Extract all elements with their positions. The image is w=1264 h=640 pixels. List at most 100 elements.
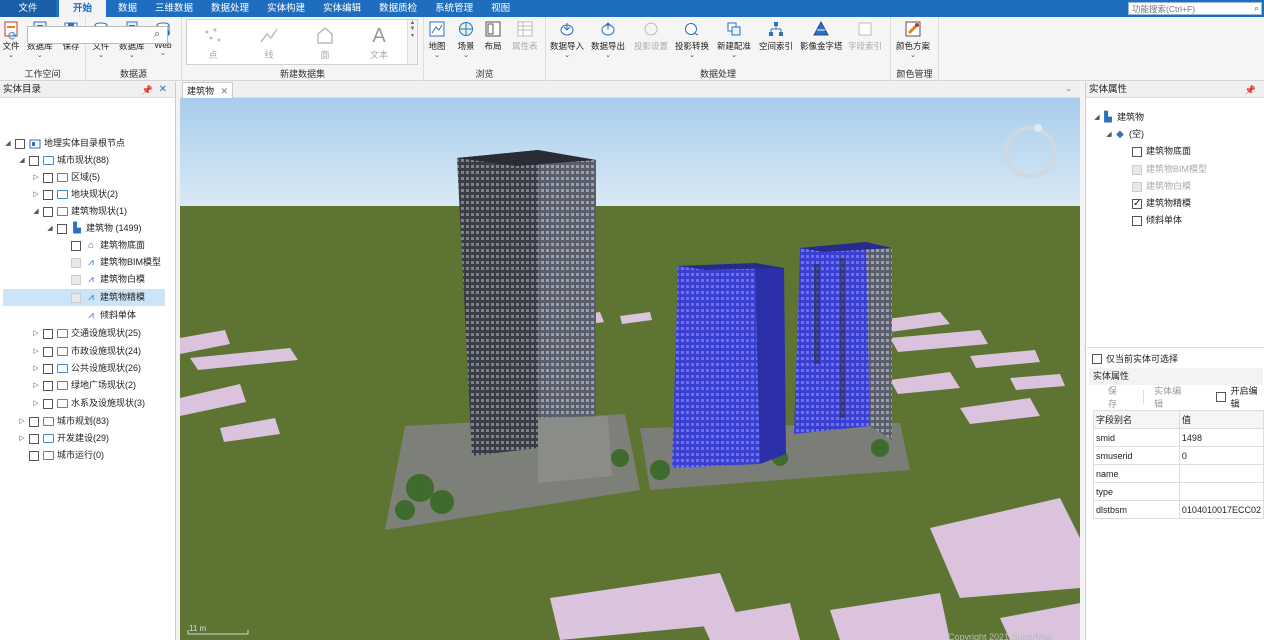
- spatial-index-button[interactable]: 空间索引: [759, 19, 793, 65]
- data-import-button[interactable]: 数据导入 ⌄: [550, 19, 584, 65]
- attr-tree-building-white-model[interactable]: 建筑物白模: [1130, 178, 1191, 195]
- tree-node-water[interactable]: ▷ 水系及设施现状(3): [31, 395, 145, 412]
- open-edit-toggle[interactable]: 开启编辑: [1214, 384, 1264, 410]
- color-scheme-button[interactable]: 颜色方案 ⌄: [896, 19, 930, 65]
- tree-node-oblique-unit[interactable]: ⩘ 倾斜单体: [69, 307, 136, 324]
- map-button[interactable]: 地图 ⌄: [428, 19, 446, 65]
- pin-icon[interactable]: 📌: [1245, 82, 1256, 98]
- expand-arrow-icon[interactable]: ▷: [31, 186, 41, 203]
- checkbox[interactable]: [29, 416, 39, 427]
- checkbox[interactable]: [71, 274, 81, 285]
- checkbox[interactable]: [71, 240, 81, 251]
- tree-node-green-square[interactable]: ▷ 绿地广场现状(2): [31, 377, 136, 394]
- checkbox[interactable]: [71, 257, 81, 268]
- menu-system[interactable]: 系统管理: [426, 0, 482, 17]
- collapse-arrow-icon[interactable]: ◢: [45, 220, 55, 237]
- checkbox[interactable]: [1216, 392, 1227, 402]
- table-row[interactable]: type: [1093, 482, 1264, 501]
- expand-arrow-icon[interactable]: ▷: [31, 343, 41, 360]
- attr-tree-oblique-unit[interactable]: 倾斜单体: [1130, 212, 1182, 229]
- attr-tree-empty[interactable]: ◢ ◆ (空): [1104, 126, 1144, 143]
- close-icon[interactable]: ✕: [220, 83, 228, 99]
- checkbox[interactable]: [15, 138, 25, 149]
- close-icon[interactable]: ✕: [159, 82, 167, 98]
- tree-node-public[interactable]: ▷ 公共设施现状(26): [31, 360, 141, 377]
- gallery-scrollbar[interactable]: ▲ ▼ ▾: [407, 20, 417, 64]
- collapse-arrow-icon[interactable]: ◢: [1092, 109, 1102, 126]
- checkbox[interactable]: [71, 311, 81, 321]
- checkbox[interactable]: [71, 292, 81, 303]
- search-icon[interactable]: ⌕: [154, 28, 160, 41]
- entity-edit-button[interactable]: 实体编辑: [1154, 384, 1188, 410]
- search-icon[interactable]: ⌕: [1254, 3, 1259, 14]
- tree-node-building-status[interactable]: ◢ 建筑物现状(1): [31, 203, 127, 220]
- data-export-button[interactable]: 数据导出 ⌄: [591, 19, 625, 65]
- checkbox[interactable]: [43, 398, 53, 409]
- tree-node-city-planning[interactable]: ▷ 城市规划(83): [17, 413, 109, 430]
- function-search-input[interactable]: [1128, 2, 1262, 15]
- layout-button[interactable]: 布局: [484, 19, 502, 65]
- attr-tree-building-footprint[interactable]: 建筑物底面: [1130, 143, 1191, 160]
- catalog-search-input[interactable]: [27, 26, 168, 44]
- value-cell[interactable]: [1178, 482, 1264, 501]
- new-registration-button[interactable]: 新建配准 ⌄: [717, 19, 751, 65]
- value-cell[interactable]: [1178, 464, 1264, 483]
- checkbox[interactable]: [57, 223, 67, 234]
- expand-arrow-icon[interactable]: ▷: [31, 360, 41, 377]
- collapse-arrow-icon[interactable]: ◢: [17, 152, 27, 169]
- menu-view[interactable]: 视图: [482, 0, 519, 17]
- checkbox[interactable]: [1092, 353, 1102, 364]
- value-cell[interactable]: 0104010017ECC02: [1178, 500, 1264, 519]
- checkbox-checked[interactable]: [1132, 195, 1142, 212]
- refresh-icon[interactable]: ⟳: [8, 29, 18, 43]
- expand-arrow-icon[interactable]: ▷: [17, 413, 27, 430]
- value-cell[interactable]: 0: [1178, 446, 1264, 465]
- scene-3d-view[interactable]: [180, 98, 1080, 640]
- gallery-region[interactable]: 面: [299, 20, 351, 64]
- tree-node-plot[interactable]: ▷ 地块现状(2): [31, 186, 118, 203]
- tree-node-building-bim[interactable]: ⩘ 建筑物BIM模型: [69, 254, 161, 271]
- expand-arrow-icon[interactable]: ▷: [31, 395, 41, 412]
- checkbox[interactable]: [1132, 215, 1142, 226]
- checkbox[interactable]: [43, 380, 53, 391]
- table-row[interactable]: dlstbsm 0104010017ECC02: [1093, 500, 1264, 519]
- gallery-text[interactable]: A 文本: [353, 20, 405, 64]
- scene-button[interactable]: 场景 ⌄: [457, 19, 475, 65]
- checkbox[interactable]: [43, 346, 53, 357]
- projection-settings-button[interactable]: 投影设置: [634, 19, 668, 65]
- collapse-arrow-icon[interactable]: ◢: [31, 203, 41, 220]
- checkbox[interactable]: [1132, 181, 1142, 192]
- only-current-entity-selectable[interactable]: 仅当前实体可选择: [1090, 352, 1178, 365]
- tree-node-city-status[interactable]: ◢ 城市现状(88): [17, 152, 109, 169]
- menu-file[interactable]: 文件: [0, 0, 56, 17]
- field-index-button[interactable]: 字段索引: [848, 19, 882, 65]
- tree-node-building[interactable]: ◢ ▙ 建筑物 (1499): [45, 220, 141, 237]
- table-row[interactable]: name: [1093, 464, 1264, 483]
- attr-tree-building-fine-model[interactable]: 建筑物精模: [1130, 195, 1191, 212]
- table-row[interactable]: smid 1498: [1093, 428, 1264, 447]
- expand-arrow-icon[interactable]: ▷: [17, 430, 27, 447]
- menu-data-qc[interactable]: 数据质检: [370, 0, 426, 17]
- checkbox[interactable]: [29, 450, 39, 461]
- projection-convert-button[interactable]: 投影转换 ⌄: [675, 19, 709, 65]
- tree-node-root[interactable]: ◢ 地理实体目录根节点: [3, 135, 125, 152]
- attr-tree-building-bim[interactable]: 建筑物BIM模型: [1130, 161, 1207, 178]
- checkbox[interactable]: [29, 155, 39, 166]
- attr-tree-building[interactable]: ◢ ▙ 建筑物: [1092, 109, 1144, 126]
- menu-start[interactable]: 开始: [59, 0, 107, 17]
- value-cell[interactable]: 1498: [1178, 428, 1264, 447]
- tree-node-region[interactable]: ▷ 区域(5): [31, 169, 100, 186]
- menu-entity-edit[interactable]: 实体编辑: [314, 0, 370, 17]
- collapse-arrow-icon[interactable]: ◢: [3, 135, 13, 152]
- checkbox[interactable]: [43, 363, 53, 374]
- checkbox[interactable]: [43, 189, 53, 200]
- checkbox[interactable]: [1132, 164, 1142, 175]
- gallery-line[interactable]: 线: [243, 20, 295, 64]
- menu-3d-data[interactable]: 三维数据: [146, 0, 202, 17]
- checkbox[interactable]: [43, 328, 53, 339]
- expand-arrow-icon[interactable]: ▷: [31, 169, 41, 186]
- tree-node-municipal[interactable]: ▷ 市政设施现状(24): [31, 343, 141, 360]
- tab-building-scene[interactable]: 建筑物 ✕: [182, 82, 234, 99]
- menu-entity-build[interactable]: 实体构建: [258, 0, 314, 17]
- tree-node-building-fine-model[interactable]: ⩘ 建筑物精模: [3, 289, 165, 306]
